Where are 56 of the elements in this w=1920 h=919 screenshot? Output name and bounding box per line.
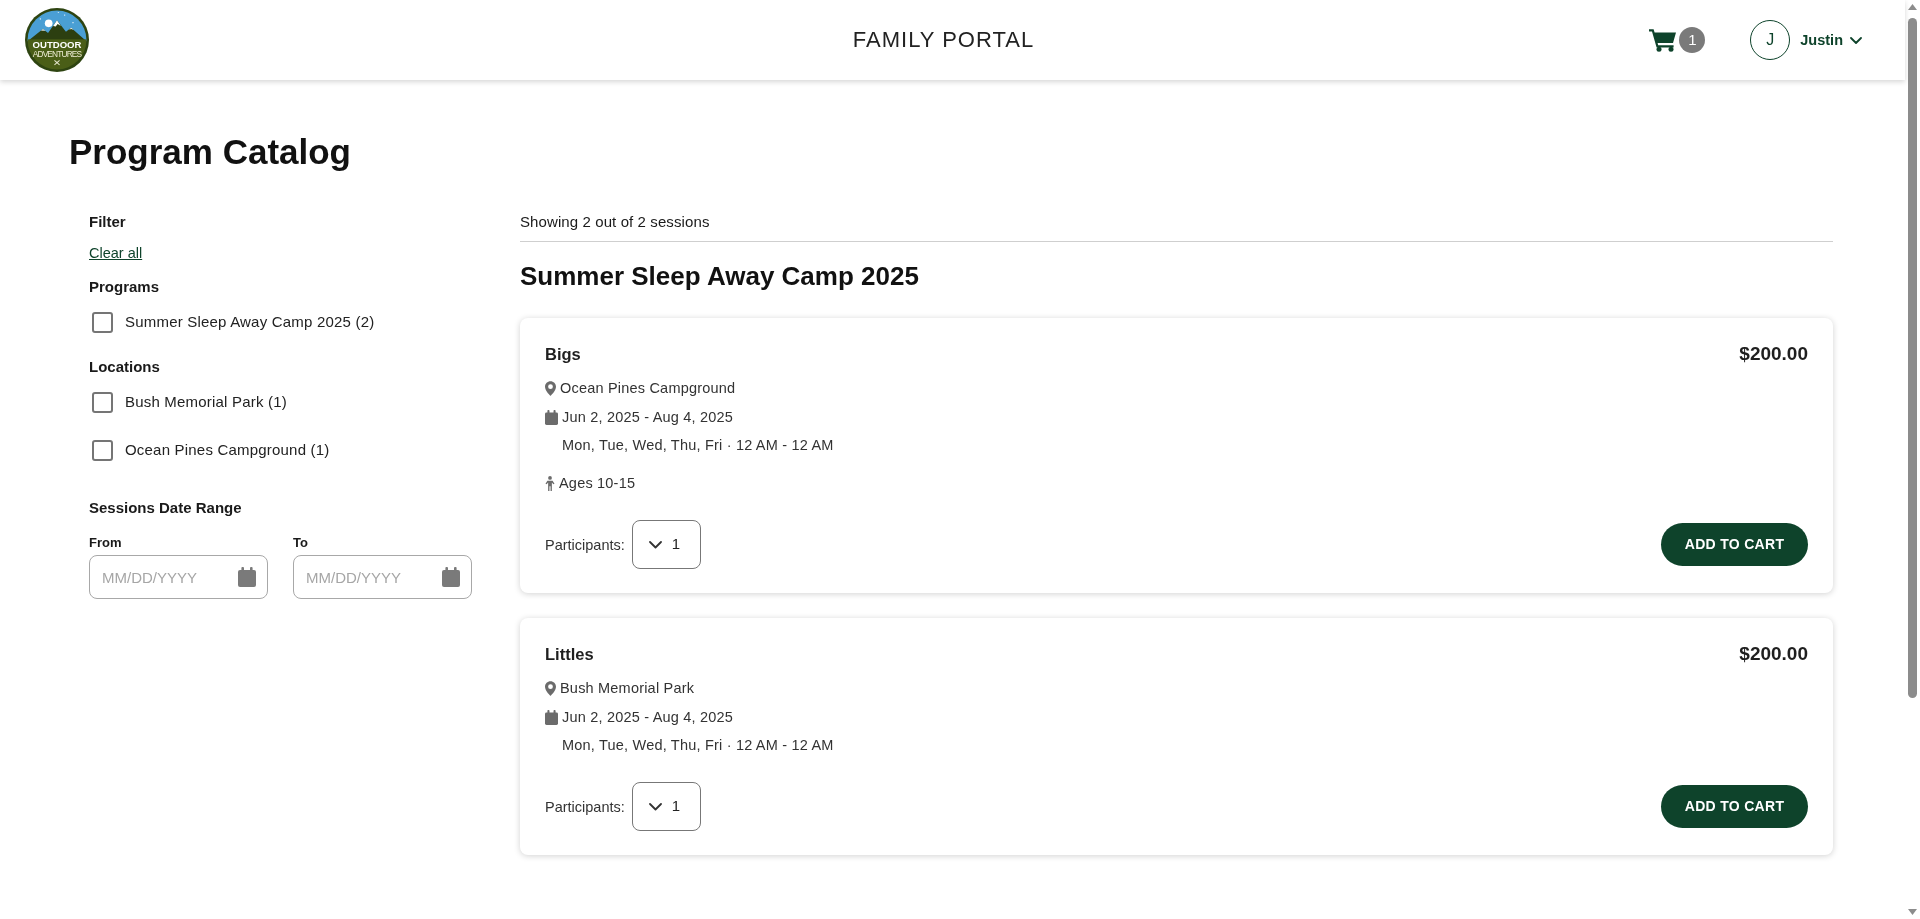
- filter-group-heading: Programs: [89, 277, 161, 297]
- participants-label: Participants:: [545, 797, 625, 817]
- session-location: Ocean Pines Campground: [560, 379, 736, 398]
- session-schedule: Mon, Tue, Wed, Thu, Fri · 12 AM - 12 AM: [562, 436, 834, 455]
- chevron-down-icon: [648, 802, 662, 811]
- session-name: Bigs: [545, 344, 581, 364]
- checkbox[interactable]: [92, 311, 113, 333]
- session-dates: Jun 2, 2025 - Aug 4, 2025: [562, 408, 734, 427]
- calendar-icon[interactable]: [442, 567, 460, 587]
- calendar-icon[interactable]: [238, 567, 256, 587]
- user-menu-button[interactable]: Justin: [1800, 30, 1862, 50]
- logo-wordmark: OUTDOOR: [32, 39, 82, 51]
- checkbox[interactable]: [92, 391, 113, 413]
- map-pin-icon: [545, 380, 556, 396]
- checkbox-label[interactable]: Bush Memorial Park (1): [125, 392, 287, 412]
- session-price: $200.00: [1739, 344, 1808, 364]
- user-avatar[interactable]: J: [1750, 20, 1791, 60]
- portal-title: FAMILY PORTAL: [852, 26, 1035, 54]
- date-input[interactable]: MM/DD/YYYY: [293, 555, 472, 599]
- filter-heading: Filter: [89, 212, 127, 232]
- chevron-down-icon: [648, 540, 662, 549]
- session-ages: Ages 10-15: [559, 474, 636, 493]
- session-schedule: Mon, Tue, Wed, Thu, Fri · 12 AM - 12 AM: [562, 736, 834, 755]
- scroll-up-icon[interactable]: [1908, 4, 1917, 10]
- filter-group-heading: Locations: [89, 357, 161, 377]
- cart-count-badge: 1: [1679, 27, 1706, 53]
- logo-tagline: ADVENTURES: [32, 48, 82, 59]
- mountain-badge-drawing: [25, 8, 89, 72]
- add-to-cart-button[interactable]: ADD TO CART: [1661, 785, 1808, 828]
- page-title: Program Catalog: [69, 133, 352, 171]
- checkbox[interactable]: [92, 439, 113, 461]
- results-summary: Showing 2 out of 2 sessions: [520, 212, 711, 232]
- program-title: Summer Sleep Away Camp 2025: [520, 262, 920, 291]
- checkbox-label[interactable]: Ocean Pines Campground (1): [125, 440, 330, 460]
- date-field-label: To: [293, 535, 309, 551]
- scrollbar-thumb[interactable]: [1908, 18, 1917, 698]
- date-field-label: From: [89, 535, 123, 551]
- checkbox-label[interactable]: Summer Sleep Away Camp 2025 (2): [125, 312, 375, 332]
- participants-select[interactable]: 1: [631, 782, 701, 831]
- date-input[interactable]: MM/DD/YYYY: [89, 555, 268, 599]
- calendar-icon: [545, 709, 558, 725]
- cart-icon[interactable]: [1649, 28, 1678, 52]
- session-name: Littles: [545, 644, 594, 664]
- person-icon: [545, 475, 555, 491]
- add-to-cart-button[interactable]: ADD TO CART: [1661, 523, 1808, 566]
- session-price: $200.00: [1739, 644, 1808, 664]
- session-dates: Jun 2, 2025 - Aug 4, 2025: [562, 708, 734, 727]
- participants-select[interactable]: 1: [631, 520, 701, 569]
- session-location: Bush Memorial Park: [560, 679, 695, 698]
- clear-all-link[interactable]: Clear all: [89, 245, 143, 261]
- chevron-down-icon: [1850, 36, 1862, 44]
- date-range-heading: Sessions Date Range: [89, 498, 243, 518]
- scroll-down-icon[interactable]: [1908, 909, 1917, 915]
- map-pin-icon: [545, 680, 556, 696]
- participants-label: Participants:: [545, 535, 625, 555]
- calendar-icon: [545, 409, 558, 425]
